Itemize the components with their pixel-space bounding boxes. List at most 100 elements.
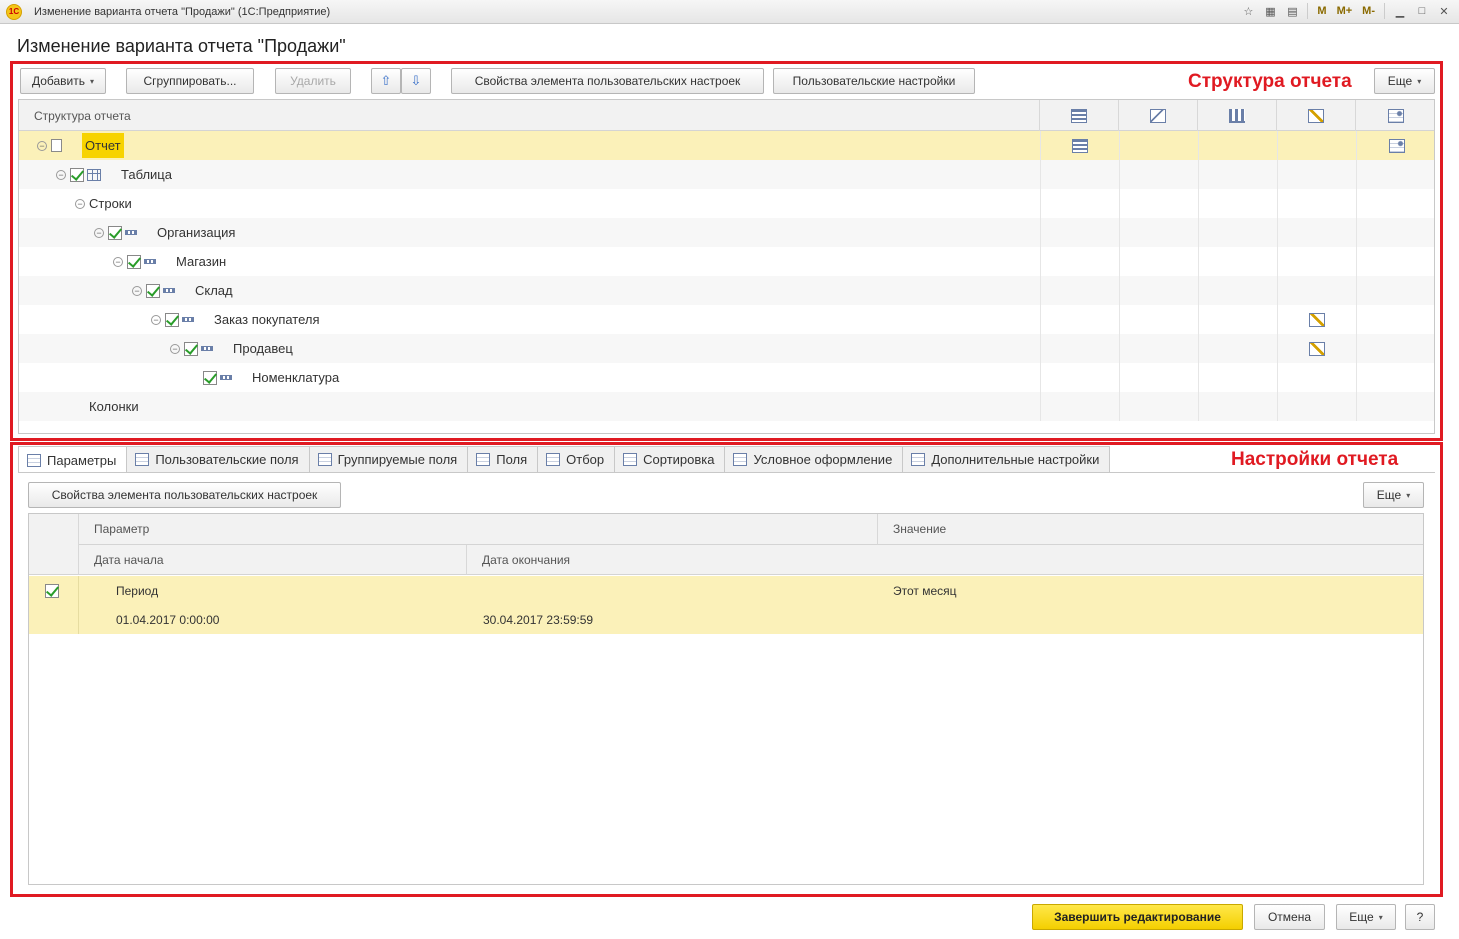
tree-row-setting-cell[interactable]	[1277, 131, 1356, 160]
use-checkbox[interactable]	[146, 283, 160, 298]
tree-row-setting-cell[interactable]	[1277, 363, 1356, 392]
tree-row-setting-cell[interactable]	[1040, 247, 1119, 276]
delete-button[interactable]: Удалить	[275, 68, 351, 94]
tree-row[interactable]: − Организация	[19, 218, 1434, 247]
tree-row-setting-cell[interactable]	[1356, 218, 1434, 247]
tree-row-setting-cell[interactable]	[1198, 363, 1277, 392]
tab-sorting[interactable]: Сортировка	[614, 446, 726, 472]
expand-toggle-icon[interactable]: −	[56, 169, 66, 180]
start-date-value[interactable]: 01.04.2017 0:00:00	[116, 605, 219, 634]
user-settings-button[interactable]: Пользовательские настройки	[773, 68, 975, 94]
group-button[interactable]: Сгруппировать...	[126, 68, 254, 94]
tree-row-setting-cell[interactable]	[1356, 131, 1434, 160]
tree-row-setting-cell[interactable]	[1277, 305, 1356, 334]
expand-toggle-icon[interactable]: −	[132, 285, 142, 296]
tab-additional-settings[interactable]: Дополнительные настройки	[902, 446, 1111, 472]
maximize-icon[interactable]: □	[1413, 2, 1431, 20]
tree-row[interactable]: − Продавец	[19, 334, 1434, 363]
tree-row-setting-cell[interactable]	[1198, 247, 1277, 276]
end-date-value[interactable]: 30.04.2017 23:59:59	[483, 605, 593, 634]
tree-row[interactable]: − Заказ покупателя	[19, 305, 1434, 334]
tree-row-setting-cell[interactable]	[1040, 334, 1119, 363]
tree-row-setting-cell[interactable]	[1119, 218, 1198, 247]
tree-row[interactable]: Номенклатура	[19, 363, 1434, 392]
structure-more-button[interactable]: Еще ▾	[1374, 68, 1435, 94]
expand-toggle-icon[interactable]: −	[151, 314, 161, 325]
memory-mminus-button[interactable]: M-	[1359, 5, 1378, 17]
tree-row[interactable]: − Отчет	[19, 131, 1434, 160]
calendar-icon[interactable]: ▤	[1283, 2, 1301, 20]
tree-row-setting-cell[interactable]	[1040, 305, 1119, 334]
tree-row-setting-cell[interactable]	[1119, 160, 1198, 189]
use-checkbox[interactable]	[70, 167, 84, 182]
tree-row-setting-cell[interactable]	[1277, 189, 1356, 218]
expand-toggle-icon[interactable]: −	[94, 227, 104, 238]
tree-row-setting-cell[interactable]	[1356, 247, 1434, 276]
expand-toggle-icon[interactable]: −	[75, 198, 85, 209]
tree-row-setting-cell[interactable]	[1198, 160, 1277, 189]
memory-m-button[interactable]: M	[1314, 5, 1329, 17]
close-icon[interactable]: ✕	[1435, 2, 1453, 20]
tab-filter[interactable]: Отбор	[537, 446, 616, 472]
tree-row-setting-cell[interactable]	[1198, 392, 1277, 421]
tab-fields[interactable]: Поля	[467, 446, 539, 472]
tree-row[interactable]: − Склад	[19, 276, 1434, 305]
tree-row-setting-cell[interactable]	[1119, 363, 1198, 392]
use-checkbox[interactable]	[203, 370, 217, 385]
tree-row-setting-cell[interactable]	[1040, 218, 1119, 247]
tree-row-setting-cell[interactable]	[1356, 363, 1434, 392]
tree-row[interactable]: Колонки	[19, 392, 1434, 421]
tab-conditional-format[interactable]: Условное оформление	[724, 446, 904, 472]
tree-row-setting-cell[interactable]	[1198, 131, 1277, 160]
favorites-icon[interactable]: ☆	[1239, 2, 1257, 20]
header-fields-col[interactable]	[1040, 100, 1119, 131]
settings-element-properties-button[interactable]: Свойства элемента пользовательских настр…	[28, 482, 341, 508]
tree-row-setting-cell[interactable]	[1277, 334, 1356, 363]
tree-row-setting-cell[interactable]	[1277, 160, 1356, 189]
tree-row-setting-cell[interactable]	[1040, 276, 1119, 305]
finish-editing-button[interactable]: Завершить редактирование	[1032, 904, 1243, 930]
expand-toggle-icon[interactable]: −	[113, 256, 123, 267]
tree-row-setting-cell[interactable]	[1119, 276, 1198, 305]
tree-row-setting-cell[interactable]	[1119, 189, 1198, 218]
table-row[interactable]: 01.04.2017 0:00:00 30.04.2017 23:59:59	[29, 605, 1423, 634]
tree-row-setting-cell[interactable]	[1356, 160, 1434, 189]
tree-row-setting-cell[interactable]	[1198, 305, 1277, 334]
tree-row-setting-cell[interactable]	[1119, 131, 1198, 160]
expand-toggle-icon[interactable]: −	[170, 343, 180, 354]
tab-parameters[interactable]: Параметры	[18, 446, 128, 473]
tree-row[interactable]: − Таблица	[19, 160, 1434, 189]
use-checkbox[interactable]	[165, 312, 179, 327]
tree-row-setting-cell[interactable]	[1119, 392, 1198, 421]
tree-row-setting-cell[interactable]	[1277, 392, 1356, 421]
tree-row-setting-cell[interactable]	[1119, 247, 1198, 276]
tree-row-setting-cell[interactable]	[1277, 276, 1356, 305]
cancel-button[interactable]: Отмена	[1254, 904, 1325, 930]
tab-grouping-fields[interactable]: Группируемые поля	[308, 446, 469, 472]
add-button[interactable]: Добавить ▾	[20, 68, 106, 94]
tree-row-setting-cell[interactable]	[1198, 276, 1277, 305]
use-checkbox[interactable]	[184, 341, 198, 356]
tree-row-setting-cell[interactable]	[1040, 363, 1119, 392]
tree-row-setting-cell[interactable]	[1356, 189, 1434, 218]
tree-row-setting-cell[interactable]	[1356, 276, 1434, 305]
tree-row[interactable]: − Строки	[19, 189, 1434, 218]
header-sort-col[interactable]	[1198, 100, 1277, 131]
tree-row-setting-cell[interactable]	[1198, 218, 1277, 247]
tree-row[interactable]: − Магазин	[19, 247, 1434, 276]
header-cond-col[interactable]	[1277, 100, 1356, 131]
tree-row-setting-cell[interactable]	[1198, 334, 1277, 363]
tree-row-setting-cell[interactable]	[1040, 189, 1119, 218]
parameters-table[interactable]: Параметр Значение Дата начала Дата оконч…	[28, 513, 1424, 885]
use-checkbox[interactable]	[127, 254, 141, 269]
tree-row-setting-cell[interactable]	[1356, 392, 1434, 421]
minimize-icon[interactable]: ▁	[1391, 2, 1409, 20]
header-filter-col[interactable]	[1119, 100, 1198, 131]
move-down-button[interactable]: ⇩	[401, 68, 431, 94]
memory-mplus-button[interactable]: M+	[1334, 5, 1356, 17]
table-row[interactable]: Период Этот месяц	[29, 576, 1423, 605]
footer-more-button[interactable]: Еще ▾	[1336, 904, 1396, 930]
period-checkbox[interactable]	[45, 583, 59, 598]
move-up-button[interactable]: ⇧	[371, 68, 401, 94]
tree-row-setting-cell[interactable]	[1040, 392, 1119, 421]
